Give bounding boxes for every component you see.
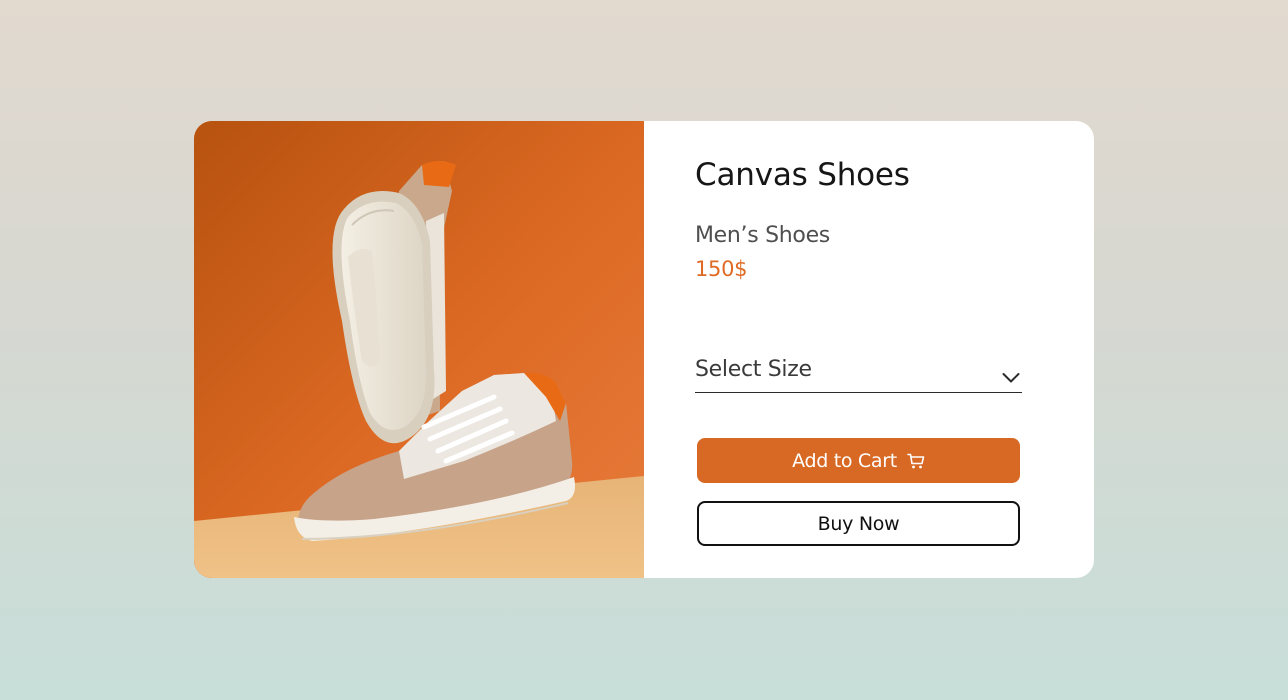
product-category: Men’s Shoes xyxy=(695,223,830,248)
add-to-cart-label: Add to Cart xyxy=(792,449,897,472)
chevron-down-icon xyxy=(1002,373,1020,383)
buy-now-button[interactable]: Buy Now xyxy=(697,501,1020,546)
product-price: 150$ xyxy=(695,257,748,281)
product-card: Canvas Shoes Men’s Shoes 150$ Select Siz… xyxy=(194,121,1094,578)
size-select-label: Select Size xyxy=(695,357,812,382)
cart-icon xyxy=(907,453,925,468)
product-title: Canvas Shoes xyxy=(695,157,910,193)
sneakers-illustration xyxy=(194,121,644,578)
add-to-cart-button[interactable]: Add to Cart xyxy=(697,438,1020,483)
buy-now-label: Buy Now xyxy=(817,512,900,535)
size-select[interactable]: Select Size xyxy=(695,354,1022,393)
product-image xyxy=(194,121,644,578)
product-details: Canvas Shoes Men’s Shoes 150$ Select Siz… xyxy=(644,121,1094,578)
